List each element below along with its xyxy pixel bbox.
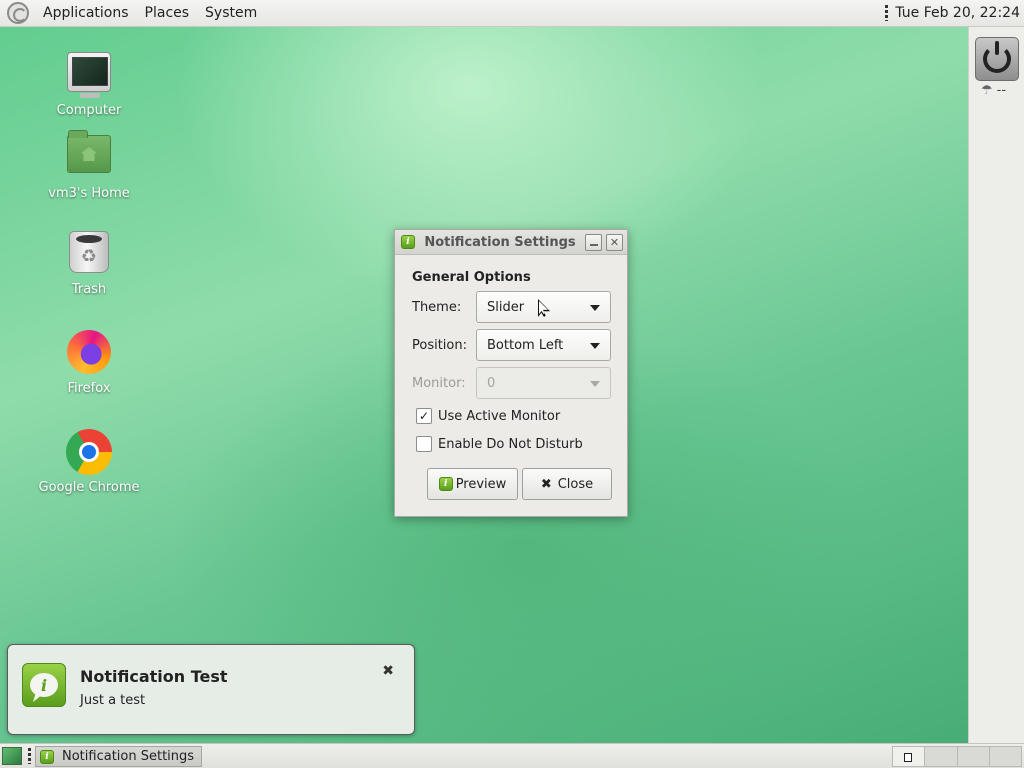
notification-settings-dialog: i Notification Settings ✕ General Option…: [394, 229, 628, 517]
notification-popup[interactable]: i Notification Test Just a test ✖: [7, 644, 415, 735]
position-select-value: Bottom Left: [487, 337, 564, 353]
dropdown-arrow-icon: [590, 343, 600, 349]
notification-app-icon: i: [40, 749, 54, 764]
top-panel: Applications Places System Tue Feb 20, 2…: [0, 0, 1024, 27]
workspace-2[interactable]: [924, 746, 958, 767]
computer-icon: [67, 52, 111, 98]
do-not-disturb-label: Enable Do Not Disturb: [438, 436, 583, 452]
workspace-switcher: [892, 746, 1022, 767]
network-icon: ☂: [981, 83, 993, 98]
firefox-icon: [67, 330, 111, 374]
use-active-monitor-row[interactable]: ✓ Use Active Monitor: [416, 408, 560, 424]
position-label: Position:: [412, 338, 467, 353]
notification-close-icon[interactable]: ✖: [382, 663, 394, 679]
dropdown-arrow-icon: [590, 381, 600, 387]
panel-drag-handle[interactable]: [28, 748, 31, 764]
distro-logo-icon[interactable]: [7, 2, 29, 24]
computer-icon-wrap: [66, 52, 112, 98]
menu-applications[interactable]: Applications: [35, 0, 137, 27]
preview-button[interactable]: i Preview: [427, 468, 518, 500]
desktop-icon-chrome[interactable]: Google Chrome: [29, 429, 149, 495]
desktop-icon-trash[interactable]: Trash: [29, 229, 149, 297]
position-select[interactable]: Bottom Left: [476, 329, 611, 361]
preview-button-label: Preview: [455, 476, 507, 492]
menu-system[interactable]: System: [197, 0, 265, 27]
notification-body: Just a test: [80, 693, 146, 708]
desktop-icon-label: Firefox: [67, 381, 111, 396]
theme-select-value: Slider: [487, 299, 525, 315]
dialog-title: Notification Settings: [424, 234, 576, 250]
minimize-button[interactable]: [585, 233, 602, 251]
chrome-icon: [66, 429, 112, 475]
notification-app-icon: i: [438, 477, 453, 491]
desktop-icon-home[interactable]: vm3's Home: [29, 129, 149, 201]
notification-app-icon: i: [401, 235, 415, 249]
close-icon: ✖: [540, 476, 552, 492]
desktop-icon-computer[interactable]: Computer: [29, 49, 149, 118]
desktop-icon-label: Computer: [56, 103, 122, 118]
desktop-icon-label: Trash: [71, 282, 107, 297]
monitor-select-value: 0: [487, 375, 496, 391]
section-title: General Options: [412, 270, 531, 285]
notification-title: Notification Test: [80, 667, 228, 686]
checkmark-icon: ✓: [418, 409, 430, 423]
use-active-monitor-label: Use Active Monitor: [438, 408, 561, 424]
show-desktop-button[interactable]: [2, 747, 22, 765]
theme-label: Theme:: [412, 300, 462, 315]
window-close-button[interactable]: ✕: [606, 233, 623, 251]
close-button-label: Close: [557, 476, 594, 492]
monitor-select: 0: [476, 367, 611, 399]
power-button[interactable]: [975, 37, 1019, 81]
taskbar-item-notification-settings[interactable]: i Notification Settings: [35, 746, 202, 767]
chrome-icon-wrap: [66, 429, 112, 475]
network-status[interactable]: ☂ --: [981, 83, 1006, 98]
desktop-icon-label: Google Chrome: [38, 480, 140, 495]
menu-places[interactable]: Places: [137, 0, 198, 27]
close-button[interactable]: ✖ Close: [522, 468, 612, 500]
do-not-disturb-row[interactable]: Enable Do Not Disturb: [416, 436, 583, 452]
notification-info-icon: i: [22, 663, 66, 707]
network-status-text: --: [996, 83, 1007, 98]
home-folder-icon: [67, 130, 111, 173]
side-panel: ☂ --: [968, 27, 1024, 743]
taskbar-item-label: Notification Settings: [62, 749, 195, 764]
home-folder-icon-wrap: [66, 130, 112, 181]
workspace-1[interactable]: [892, 746, 926, 767]
desktop-icon-firefox[interactable]: Firefox: [29, 329, 149, 396]
dialog-titlebar[interactable]: i Notification Settings ✕: [395, 230, 627, 255]
firefox-icon-wrap: [66, 330, 112, 376]
power-icon: [983, 41, 1011, 73]
trash-icon: [69, 231, 109, 273]
trash-icon-wrap: [66, 231, 112, 277]
workspace-3[interactable]: [956, 746, 990, 767]
use-active-monitor-checkbox[interactable]: ✓: [416, 408, 432, 424]
close-icon: ✕: [609, 235, 620, 249]
workspace-4[interactable]: [988, 746, 1022, 767]
panel-drag-handle[interactable]: [885, 5, 889, 21]
desktop-icon-label: vm3's Home: [48, 186, 130, 201]
monitor-label: Monitor:: [412, 376, 466, 391]
do-not-disturb-checkbox[interactable]: [416, 436, 432, 452]
bottom-panel: i Notification Settings: [0, 743, 1024, 768]
speech-bubble-icon: i: [30, 673, 58, 697]
dropdown-arrow-icon: [590, 305, 600, 311]
clock[interactable]: Tue Feb 20, 22:24: [895, 5, 1020, 21]
